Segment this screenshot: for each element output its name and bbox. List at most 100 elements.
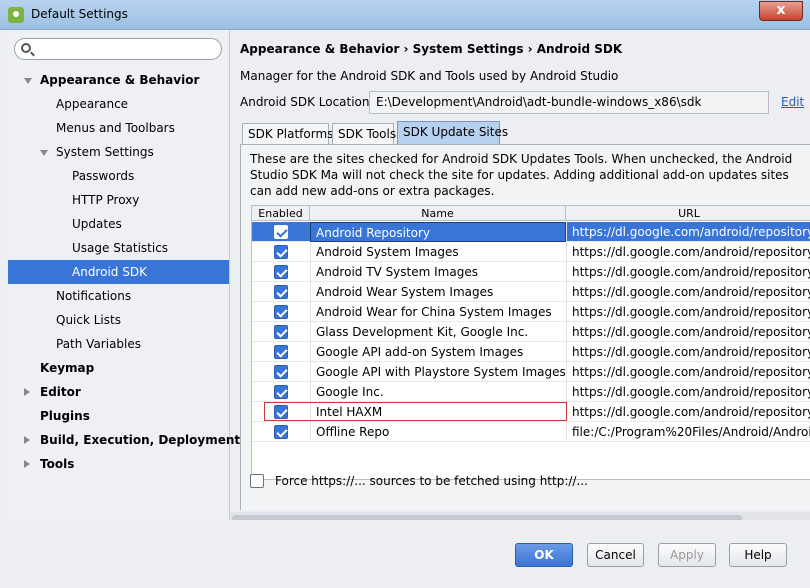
site-url[interactable]: https://dl.google.com/android/repository… bbox=[566, 402, 810, 422]
header-url[interactable]: URL bbox=[566, 206, 810, 221]
site-url[interactable]: https://dl.google.com/android/repository… bbox=[566, 262, 810, 282]
enabled-checkbox[interactable] bbox=[274, 285, 288, 299]
sidebar-item[interactable]: Android SDK bbox=[8, 260, 229, 284]
site-name[interactable]: Android Wear for China System Images bbox=[310, 302, 566, 322]
sidebar-item-label: Updates bbox=[72, 217, 122, 231]
tab-sdk-tools[interactable]: SDK Tools bbox=[332, 123, 396, 145]
table-row[interactable]: Google API with Playstore System Images h… bbox=[252, 362, 810, 382]
android-studio-icon bbox=[8, 7, 24, 23]
breadcrumb: Appearance & Behavior › System Settings … bbox=[240, 42, 623, 56]
ok-button[interactable]: OK bbox=[515, 543, 573, 567]
collapse-arrow-icon[interactable] bbox=[24, 460, 30, 468]
sidebar-item[interactable]: Plugins bbox=[8, 404, 229, 428]
collapse-arrow-icon[interactable] bbox=[24, 388, 30, 396]
apply-button[interactable]: Apply bbox=[658, 543, 716, 567]
table-row[interactable]: Google API add-on System Images https://d… bbox=[252, 342, 810, 362]
expand-arrow-icon[interactable] bbox=[40, 150, 48, 156]
site-name[interactable]: Android TV System Images bbox=[310, 262, 566, 282]
site-url[interactable]: https://dl.google.com/android/repository… bbox=[566, 342, 810, 362]
sidebar-item[interactable]: Notifications bbox=[8, 284, 229, 308]
edit-link[interactable]: Edit bbox=[781, 95, 804, 109]
sidebar-item[interactable]: Keymap bbox=[8, 356, 229, 380]
site-name[interactable]: Google Inc. bbox=[310, 382, 566, 402]
sidebar-item[interactable]: Build, Execution, Deployment bbox=[8, 428, 240, 452]
site-name[interactable]: Android Repository bbox=[310, 222, 566, 242]
sidebar-item[interactable]: Quick Lists bbox=[8, 308, 229, 332]
site-name[interactable]: Google API with Playstore System Images bbox=[310, 362, 566, 382]
expand-arrow-icon[interactable] bbox=[24, 78, 32, 84]
force-https-checkbox[interactable] bbox=[250, 474, 264, 488]
table-row[interactable]: Android Repository https://dl.google.com/… bbox=[252, 222, 810, 242]
site-name[interactable]: Android System Images bbox=[310, 242, 566, 262]
site-url[interactable]: https://dl.google.com/android/repository… bbox=[566, 362, 810, 382]
site-name[interactable]: Intel HAXM bbox=[310, 402, 566, 422]
site-url[interactable]: https://dl.google.com/android/repository… bbox=[566, 242, 810, 262]
sdk-location-label: Android SDK Location: bbox=[240, 95, 374, 109]
site-url[interactable]: https://dl.google.com/android/repository… bbox=[566, 282, 810, 302]
enabled-checkbox[interactable] bbox=[274, 225, 288, 239]
sdk-location-field[interactable]: E:\Development\Android\adt-bundle-window… bbox=[369, 91, 769, 114]
sidebar-item-label: Passwords bbox=[72, 169, 135, 183]
header-enabled[interactable]: Enabled bbox=[252, 206, 310, 221]
sidebar-item[interactable]: Editor bbox=[8, 380, 229, 404]
table-row[interactable]: Offline Repo file:/C:/Program%20Files/And… bbox=[252, 422, 810, 442]
enabled-checkbox[interactable] bbox=[274, 245, 288, 259]
android-sdk-page: Appearance & Behavior › System Settings … bbox=[230, 30, 810, 578]
table-row[interactable]: Android Wear System Images https://dl.goo… bbox=[252, 282, 810, 302]
header-name[interactable]: Name bbox=[310, 206, 566, 221]
table-row[interactable]: Intel HAXM https://dl.google.com/android/… bbox=[252, 402, 810, 422]
collapse-arrow-icon[interactable] bbox=[24, 436, 30, 444]
window-title: Default Settings bbox=[31, 7, 128, 21]
cancel-button[interactable]: Cancel bbox=[587, 543, 644, 567]
site-url[interactable]: file:/C:/Program%20Files/Android/Android… bbox=[566, 422, 810, 442]
enabled-checkbox[interactable] bbox=[274, 305, 288, 319]
panel-description: These are the sites checked for Android … bbox=[250, 152, 793, 198]
enabled-checkbox[interactable] bbox=[274, 345, 288, 359]
sidebar-item-label: System Settings bbox=[56, 145, 154, 159]
table-row[interactable]: Android Wear for China System Images http… bbox=[252, 302, 810, 322]
update-sites-table: Enabled Name URL Android Repository https… bbox=[251, 205, 810, 480]
table-row[interactable]: Android TV System Images https://dl.googl… bbox=[252, 262, 810, 282]
enabled-checkbox[interactable] bbox=[274, 365, 288, 379]
enabled-checkbox[interactable] bbox=[274, 325, 288, 339]
settings-search-input[interactable] bbox=[14, 38, 222, 60]
sidebar-item-label: Plugins bbox=[40, 409, 90, 423]
sidebar-item[interactable]: Menus and Toolbars bbox=[8, 116, 229, 140]
table-row[interactable]: Google Inc. https://dl.google.com/android… bbox=[252, 382, 810, 402]
sidebar-item[interactable]: Appearance & Behavior bbox=[8, 68, 229, 92]
update-sites-panel: These are the sites checked for Android … bbox=[240, 144, 810, 510]
site-url[interactable]: https://dl.google.com/android/repository… bbox=[566, 382, 810, 402]
table-row[interactable]: Glass Development Kit, Google Inc. https:… bbox=[252, 322, 810, 342]
sidebar-item-label: Android SDK bbox=[72, 265, 147, 279]
sidebar-item[interactable]: Updates bbox=[8, 212, 229, 236]
dialog-footer: OK Cancel Apply Help bbox=[8, 520, 810, 578]
help-button[interactable]: Help bbox=[729, 543, 787, 567]
enabled-checkbox[interactable] bbox=[274, 385, 288, 399]
table-header: Enabled Name URL bbox=[252, 206, 810, 221]
sidebar-item[interactable]: System Settings bbox=[8, 140, 229, 164]
sidebar-item[interactable]: Tools bbox=[8, 452, 229, 476]
sidebar-item[interactable]: Passwords bbox=[8, 164, 229, 188]
site-name[interactable]: Google API add-on System Images bbox=[310, 342, 566, 362]
table-row[interactable]: Android System Images https://dl.google.c… bbox=[252, 242, 810, 262]
site-name[interactable]: Glass Development Kit, Google Inc. bbox=[310, 322, 566, 342]
enabled-checkbox[interactable] bbox=[274, 265, 288, 279]
sidebar-item-label: Keymap bbox=[40, 361, 95, 375]
site-url[interactable]: https://dl.google.com/android/repository… bbox=[566, 302, 810, 322]
site-name[interactable]: Offline Repo bbox=[310, 422, 566, 442]
sidebar-item[interactable]: Appearance bbox=[8, 92, 229, 116]
tab-sdk-update-sites[interactable]: SDK Update Sites bbox=[397, 121, 508, 145]
tab-sdk-platforms[interactable]: SDK Platforms bbox=[242, 123, 333, 145]
close-button[interactable]: x bbox=[759, 1, 803, 21]
title-bar: Default Settings x bbox=[0, 0, 810, 30]
enabled-checkbox[interactable] bbox=[274, 405, 288, 419]
sidebar-item[interactable]: Path Variables bbox=[8, 332, 229, 356]
sidebar-item[interactable]: Usage Statistics bbox=[8, 236, 229, 260]
sidebar-item-label: Editor bbox=[40, 385, 81, 399]
site-url[interactable]: https://dl.google.com/android/repository… bbox=[566, 322, 810, 342]
sidebar-item-label: Build, Execution, Deployment bbox=[40, 433, 241, 447]
site-url[interactable]: https://dl.google.com/android/repository… bbox=[566, 222, 810, 242]
enabled-checkbox[interactable] bbox=[274, 425, 288, 439]
site-name[interactable]: Android Wear System Images bbox=[310, 282, 566, 302]
sidebar-item[interactable]: HTTP Proxy bbox=[8, 188, 229, 212]
